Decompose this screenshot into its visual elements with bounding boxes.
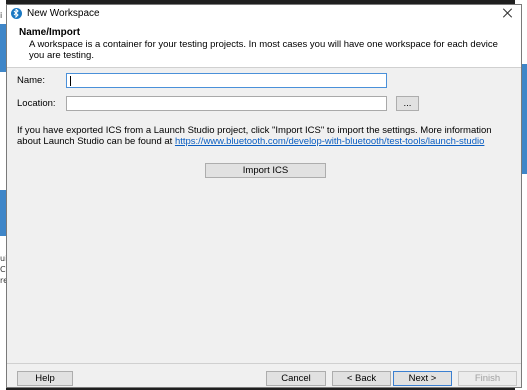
next-button[interactable]: Next > [393, 371, 452, 386]
cancel-button[interactable]: Cancel [266, 371, 326, 386]
help-button[interactable]: Help [17, 371, 73, 386]
background-text-fragment: C [0, 265, 6, 274]
location-field[interactable] [66, 96, 387, 111]
wizard-header: Name/Import A workspace is a container f… [7, 23, 521, 68]
name-field[interactable] [66, 73, 387, 88]
location-label: Location: [17, 98, 56, 109]
back-button[interactable]: < Back [332, 371, 391, 386]
footer-divider [7, 363, 521, 364]
import-info-text: If you have exported ICS from a Launch S… [17, 125, 511, 147]
page-title: Name/Import [19, 27, 81, 38]
close-icon[interactable] [501, 6, 515, 20]
name-label: Name: [17, 75, 45, 86]
bluetooth-icon [11, 8, 22, 19]
import-ics-button[interactable]: Import ICS [205, 163, 326, 178]
page-description: A workspace is a container for your test… [29, 39, 498, 61]
finish-button: Finish [458, 371, 517, 386]
text-caret [70, 76, 71, 86]
new-workspace-dialog: New Workspace Name/Import A workspace is… [6, 4, 522, 388]
window-title: New Workspace [27, 8, 100, 19]
title-bar[interactable]: New Workspace [7, 5, 521, 23]
browse-button[interactable]: ... [396, 96, 419, 111]
background-text-fragment: i [0, 11, 3, 20]
launch-studio-link[interactable]: https://www.bluetooth.com/develop-with-b… [175, 136, 484, 147]
